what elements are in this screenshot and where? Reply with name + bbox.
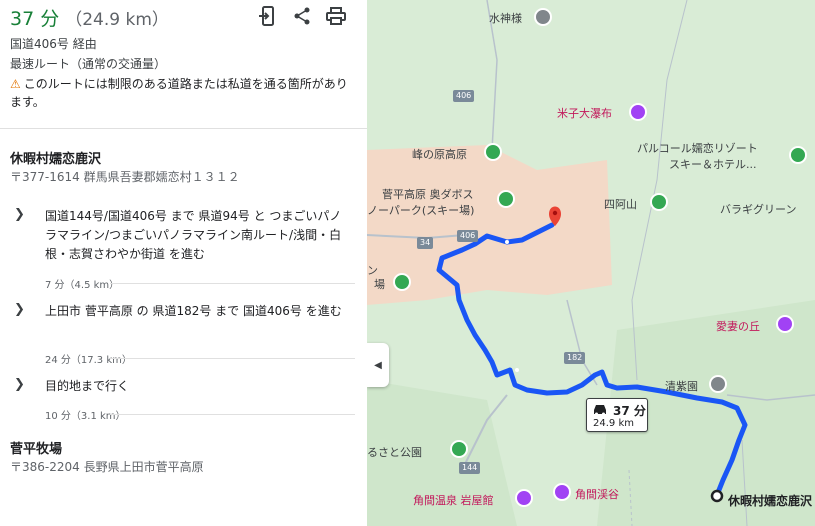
camera-icon[interactable] <box>553 483 571 501</box>
chevron-right-icon: ❯ <box>14 302 25 317</box>
camera-icon[interactable] <box>629 103 647 121</box>
route-info-chip[interactable]: 37 分 24.9 km <box>586 398 648 432</box>
place-label[interactable]: 峰の原高原 <box>412 146 467 162</box>
route-time: 37 分 <box>10 8 60 30</box>
print-icon[interactable] <box>324 4 348 28</box>
route-actions <box>256 4 348 28</box>
divider <box>110 358 355 359</box>
directions-panel: 37 分 （24.9 km） 国道406号 経由 最速ルート（通常の交通量） ⚠… <box>0 0 367 526</box>
origin-marker-icon <box>710 489 724 503</box>
step-text: 上田市 菅平高原 の 県道182号 まで 国道406号 を進む <box>45 304 342 318</box>
place-label[interactable]: ン <box>367 262 378 278</box>
park-icon[interactable] <box>450 440 468 458</box>
route-distance: （24.9 km） <box>65 10 169 30</box>
ski-icon[interactable] <box>497 190 515 208</box>
mountain-icon[interactable] <box>650 193 668 211</box>
step-distance: 7 分（4.5 km） <box>45 280 120 291</box>
origin-address: 〒377-1614 群馬県吾妻郡嬬恋村１３１２ <box>10 170 240 184</box>
place-label[interactable]: 米子大瀑布 <box>557 105 612 121</box>
chevron-right-icon: ❯ <box>14 207 25 222</box>
place-label[interactable]: るさと公園 <box>367 444 422 460</box>
road-shield: 406 <box>453 90 475 102</box>
step-text: 目的地まで行く <box>45 379 130 393</box>
place-label[interactable]: パルコール嬬恋リゾート <box>637 140 758 156</box>
divider <box>110 283 355 284</box>
road-shield: 34 <box>417 237 434 249</box>
route-warning: ⚠ このルートには制限のある道路または私道を通る箇所があります。 <box>10 75 355 111</box>
collapse-panel-button[interactable]: ◀ <box>367 343 389 387</box>
ski-icon[interactable] <box>484 143 502 161</box>
divider <box>0 128 367 129</box>
chip-time: 37 分 <box>613 404 646 418</box>
map-canvas <box>367 0 815 526</box>
place-label[interactable]: 愛妻の丘 <box>716 318 760 334</box>
route-traffic: 最速ルート（通常の交通量） <box>10 57 167 71</box>
map-view[interactable]: 406 34 406 182 144 水神様 米子大瀑布 峰の原高原 菅平高原 … <box>367 0 815 526</box>
ski-icon[interactable] <box>393 273 411 291</box>
divider <box>110 414 355 415</box>
origin-map-label[interactable]: 休暇村嬬恋鹿沢 <box>728 492 812 509</box>
share-icon[interactable] <box>290 4 314 28</box>
road-shield: 182 <box>564 352 586 364</box>
hotel-icon[interactable] <box>515 489 533 507</box>
place-label[interactable]: ノーパーク(スキー場) <box>367 202 474 218</box>
warning-text: このルートには制限のある道路または私道を通る箇所があります。 <box>10 77 348 109</box>
place-label[interactable]: 場 <box>374 276 385 292</box>
chip-distance: 24.9 km <box>593 418 634 429</box>
place-label[interactable]: 四阿山 <box>604 196 637 212</box>
chevron-right-icon: ❯ <box>14 377 25 392</box>
route-summary: 37 分 （24.9 km） <box>10 4 169 31</box>
destination-name: 菅平牧場 <box>10 442 63 457</box>
road-shield: 406 <box>457 230 479 242</box>
road-shield: 144 <box>459 462 481 474</box>
route-via: 国道406号 経由 <box>10 37 97 51</box>
warning-icon: ⚠ <box>10 77 21 91</box>
place-label[interactable]: バラギグリーン <box>720 201 796 217</box>
destination-address: 〒386-2204 長野県上田市菅平高原 <box>10 460 204 474</box>
send-to-phone-icon[interactable] <box>256 4 280 28</box>
place-label[interactable]: 角間渓谷 <box>575 486 619 502</box>
origin-name: 休暇村嬬恋鹿沢 <box>10 152 102 167</box>
place-label[interactable]: スキー＆ホテル... <box>669 156 757 172</box>
camera-icon[interactable] <box>776 315 794 333</box>
place-label[interactable]: 菅平高原 奥ダボス <box>382 186 474 202</box>
shrine-icon[interactable] <box>534 8 552 26</box>
ski-icon[interactable] <box>789 146 807 164</box>
place-marker-icon[interactable] <box>709 375 727 393</box>
place-label[interactable]: 清紫園 <box>665 378 698 394</box>
chevron-left-icon: ◀ <box>374 359 382 371</box>
place-label[interactable]: 水神様 <box>489 10 522 26</box>
car-icon <box>594 405 606 416</box>
step-text: 国道144号/国道406号 まで 県道94号 と つまごいパノラマライン/つまご… <box>45 209 342 261</box>
place-label[interactable]: 角間温泉 岩屋館 <box>413 492 494 508</box>
